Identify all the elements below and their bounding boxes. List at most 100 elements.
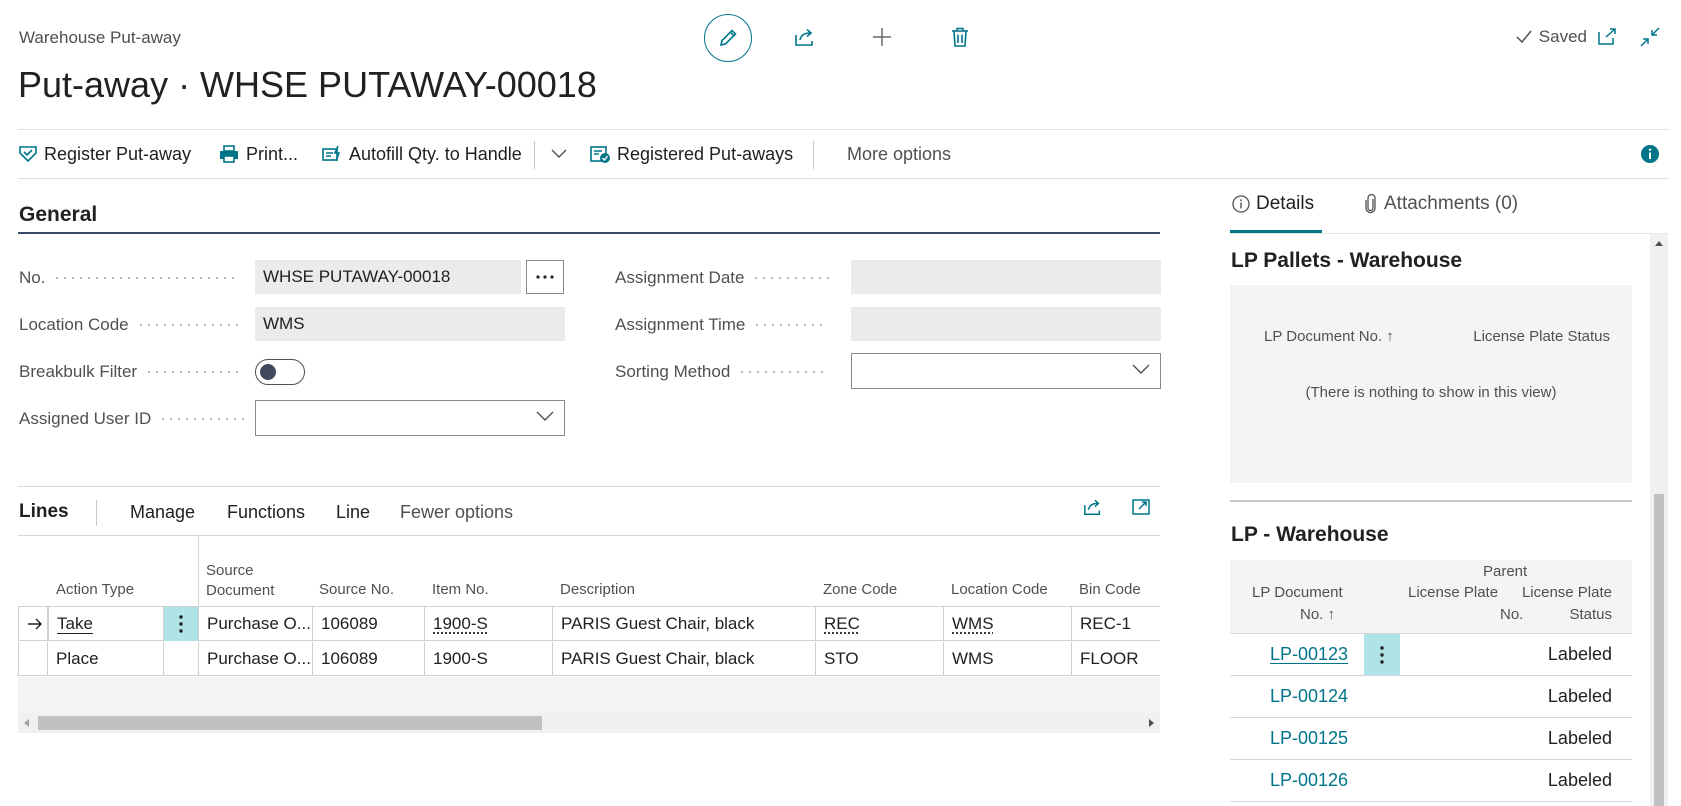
- zone-code-cell[interactable]: STO: [816, 642, 944, 676]
- lines-bar-divider: [18, 535, 1160, 536]
- tab-attachments[interactable]: Attachments (0): [1364, 193, 1518, 215]
- location-code-value[interactable]: WMS: [952, 614, 994, 634]
- lp-col-parent-line2[interactable]: License Plate: [1408, 584, 1498, 601]
- assigned-user-id-select[interactable]: [255, 400, 565, 436]
- lines-menu-functions[interactable]: Functions: [227, 502, 305, 523]
- tab-details[interactable]: Details: [1232, 193, 1314, 215]
- action-type-value[interactable]: Take: [57, 614, 93, 634]
- assignment-time-field[interactable]: [851, 307, 1161, 341]
- list-item[interactable]: LP-00126 Labeled: [1230, 760, 1632, 802]
- zone-code-cell[interactable]: REC: [816, 607, 944, 641]
- lines-title[interactable]: Lines: [19, 501, 69, 523]
- lp-document-link[interactable]: LP-00125: [1270, 728, 1348, 749]
- horizontal-scrollbar[interactable]: [18, 713, 1160, 733]
- kebab-menu-icon: [179, 615, 183, 633]
- lp-col-doc-line1[interactable]: LP Document: [1252, 584, 1343, 601]
- lines-expand-button[interactable]: [1126, 492, 1156, 522]
- vertical-scroll-thumb[interactable]: [1654, 494, 1664, 806]
- lines-menu-line[interactable]: Line: [336, 502, 370, 523]
- breakbulk-filter-toggle[interactable]: [255, 359, 305, 385]
- col-header-description[interactable]: Description: [560, 580, 635, 600]
- source-document-cell[interactable]: Purchase O...: [199, 642, 313, 676]
- lp-pallets-col-status[interactable]: License Plate Status: [1473, 328, 1610, 345]
- registered-putaways-button[interactable]: Registered Put-aways: [589, 130, 793, 178]
- lp-col-doc-line2[interactable]: No. ↑: [1300, 606, 1335, 623]
- table-row[interactable]: Place Purchase O... 106089 1900-S PARIS …: [18, 642, 1160, 676]
- edit-button[interactable]: [704, 14, 752, 62]
- list-item[interactable]: LP-00125 Labeled: [1230, 718, 1632, 760]
- col-header-location-code[interactable]: Location Code: [951, 580, 1048, 600]
- col-header-bin-code[interactable]: Bin Code: [1079, 580, 1141, 600]
- action-type-cell[interactable]: Take: [48, 607, 164, 641]
- sorting-method-select[interactable]: [851, 353, 1161, 389]
- lp-document-link[interactable]: LP-00123: [1270, 644, 1348, 665]
- source-no-cell[interactable]: 106089: [313, 607, 425, 641]
- new-button[interactable]: [862, 17, 902, 57]
- assignment-date-field[interactable]: [851, 260, 1161, 294]
- chevron-down-icon: [1132, 364, 1150, 374]
- lp-col-parent-line1[interactable]: Parent: [1483, 563, 1527, 580]
- lines-share-button[interactable]: [1078, 492, 1108, 522]
- lines-menu-fewer-options[interactable]: Fewer options: [400, 502, 513, 523]
- lp-col-parent-line3[interactable]: No.: [1500, 606, 1523, 623]
- share-button[interactable]: [785, 17, 825, 57]
- lp-document-link[interactable]: LP-00126: [1270, 770, 1348, 791]
- lp-row-actions-button[interactable]: [1364, 634, 1400, 675]
- more-options-button[interactable]: More options: [847, 130, 951, 178]
- no-assist-button[interactable]: [526, 260, 564, 294]
- scroll-right-icon[interactable]: [1148, 719, 1154, 727]
- lp-warehouse-title[interactable]: LP - Warehouse: [1231, 523, 1389, 547]
- zone-code-value[interactable]: REC: [824, 614, 860, 634]
- tab-attachments-label: Attachments (0): [1384, 193, 1519, 214]
- list-item[interactable]: LP-00124 Labeled: [1230, 676, 1632, 718]
- item-no-cell[interactable]: 1900-S: [425, 642, 553, 676]
- row-actions-button[interactable]: [164, 607, 199, 641]
- info-button[interactable]: [1638, 130, 1662, 178]
- bin-code-cell[interactable]: REC-1: [1072, 607, 1160, 641]
- print-button[interactable]: Print...: [218, 130, 298, 178]
- col-header-source-document-line1[interactable]: Source: [206, 561, 254, 581]
- item-no-cell[interactable]: 1900-S: [425, 607, 553, 641]
- autofill-dropdown-button[interactable]: [544, 130, 574, 178]
- horizontal-scroll-thumb[interactable]: [38, 716, 542, 730]
- lines-menu-manage[interactable]: Manage: [130, 502, 195, 523]
- list-item[interactable]: LP-00123 Labeled: [1230, 634, 1632, 676]
- info-icon: [1641, 145, 1659, 163]
- lp-col-status-line1[interactable]: License Plate: [1522, 584, 1612, 601]
- page-title: Put-away · WHSE PUTAWAY-00018: [18, 64, 597, 105]
- row-actions-cell: [164, 642, 199, 676]
- scroll-left-icon[interactable]: [24, 719, 30, 727]
- lp-pallets-title[interactable]: LP Pallets - Warehouse: [1231, 249, 1462, 273]
- assigned-user-id-label-text: Assigned User ID: [19, 409, 152, 428]
- description-cell[interactable]: PARIS Guest Chair, black: [553, 642, 816, 676]
- no-label: No.: [19, 268, 239, 288]
- col-header-source-no[interactable]: Source No.: [319, 580, 394, 600]
- autofill-qty-button[interactable]: Autofill Qty. to Handle: [321, 130, 522, 178]
- lp-document-link[interactable]: LP-00124: [1270, 686, 1348, 707]
- no-field[interactable]: WHSE PUTAWAY-00018: [255, 260, 521, 294]
- delete-button[interactable]: [940, 17, 980, 57]
- location-code-field[interactable]: WMS: [255, 307, 565, 341]
- col-header-item-no[interactable]: Item No.: [432, 580, 489, 600]
- location-code-cell[interactable]: WMS: [944, 607, 1072, 641]
- location-code-cell[interactable]: WMS: [944, 642, 1072, 676]
- action-type-cell[interactable]: Place: [48, 642, 164, 676]
- col-header-action-type[interactable]: Action Type: [56, 580, 134, 600]
- lp-col-status-line2[interactable]: Status: [1569, 606, 1612, 623]
- source-no-cell[interactable]: 106089: [313, 642, 425, 676]
- item-no-value[interactable]: 1900-S: [433, 614, 488, 634]
- col-header-zone-code[interactable]: Zone Code: [823, 580, 897, 600]
- open-new-window-icon: [1598, 28, 1616, 45]
- table-row[interactable]: Take Purchase O... 106089 1900-S PARIS G…: [18, 607, 1160, 641]
- collapse-button[interactable]: [1630, 17, 1670, 57]
- general-section-title[interactable]: General: [19, 203, 97, 227]
- scroll-up-icon[interactable]: [1655, 240, 1663, 246]
- description-cell[interactable]: PARIS Guest Chair, black: [553, 607, 816, 641]
- bin-code-cell[interactable]: FLOOR: [1072, 642, 1160, 676]
- vertical-scrollbar[interactable]: [1650, 234, 1668, 806]
- lp-pallets-col-doc[interactable]: LP Document No. ↑: [1264, 328, 1394, 345]
- col-header-source-document-line2[interactable]: Document: [206, 581, 274, 601]
- source-document-cell[interactable]: Purchase O...: [199, 607, 313, 641]
- open-new-window-button[interactable]: [1587, 17, 1627, 57]
- register-putaway-button[interactable]: Register Put-away: [18, 130, 191, 178]
